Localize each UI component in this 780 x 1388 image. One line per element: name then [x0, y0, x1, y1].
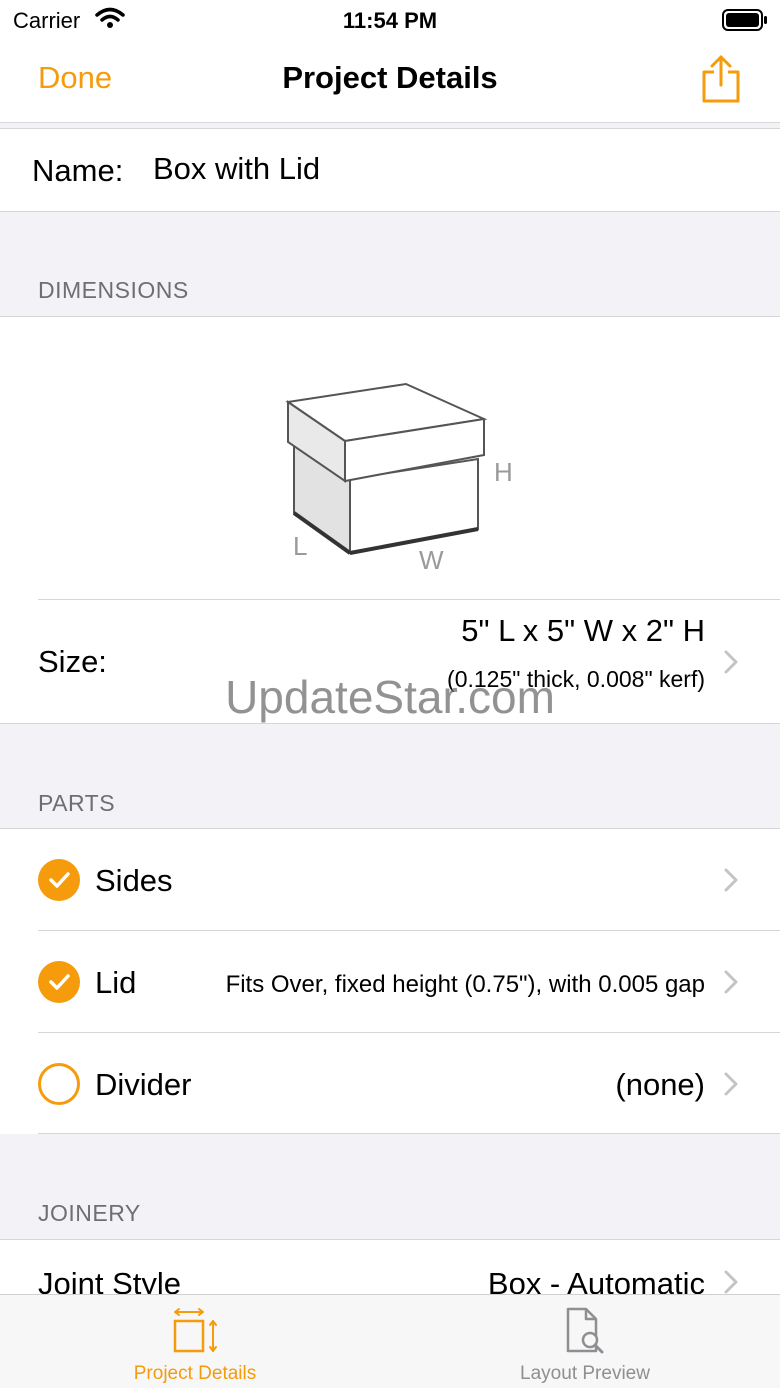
part-detail-lid: Fits Over, fixed height (0.75"), with 0.…	[225, 971, 705, 998]
divider	[38, 1133, 780, 1134]
name-row[interactable]: Name: Box with Lid	[0, 128, 780, 212]
box-diagram	[285, 382, 488, 555]
page-title: Project Details	[282, 60, 498, 95]
name-value[interactable]: Box with Lid	[153, 151, 320, 187]
dimensions-section-header: DIMENSIONS	[38, 277, 189, 303]
dimensions-section: H L W Size: 5" L x 5" W x 2" H (0.125" t…	[0, 316, 780, 724]
chevron-right-icon	[724, 970, 738, 999]
joint-style-row[interactable]: Joint Style Box - Automatic	[0, 1239, 780, 1301]
dimensions-icon	[171, 1307, 219, 1360]
status-bar: Carrier 11:54 PM	[0, 0, 780, 40]
part-row-lid[interactable]: Lid Fits Over, fixed height (0.75"), wit…	[0, 931, 780, 1032]
name-label: Name:	[32, 153, 124, 188]
navigation-bar: Done Project Details	[0, 40, 780, 123]
unchecked-circle-icon[interactable]	[38, 1063, 80, 1105]
tab-layout-preview[interactable]: Layout Preview	[390, 1295, 780, 1388]
length-label: L	[293, 531, 308, 561]
part-detail-divider: (none)	[615, 1067, 705, 1102]
width-label: W	[419, 545, 444, 575]
chevron-right-icon	[724, 1072, 738, 1101]
parts-section-header: PARTS	[38, 790, 116, 816]
document-search-icon	[562, 1307, 608, 1360]
part-row-sides[interactable]: Sides	[0, 829, 780, 930]
parts-section: Sides Lid Fits Over, fixed height (0.75"…	[0, 828, 780, 1134]
checkmark-icon[interactable]	[38, 859, 80, 901]
tab-label-layout-preview: Layout Preview	[520, 1363, 650, 1384]
battery-icon	[722, 9, 768, 36]
part-label-sides: Sides	[95, 863, 173, 898]
part-row-divider[interactable]: Divider (none)	[0, 1033, 780, 1134]
tab-project-details[interactable]: Project Details	[0, 1295, 390, 1388]
checkmark-icon[interactable]	[38, 961, 80, 1003]
height-label: H	[494, 457, 513, 487]
part-label-lid: Lid	[95, 965, 137, 1000]
watermark: UpdateStar.com	[225, 671, 555, 723]
size-value: 5" L x 5" W x 2" H	[461, 613, 705, 648]
joinery-section-header: JOINERY	[38, 1200, 141, 1226]
clock: 11:54 PM	[342, 8, 438, 33]
chevron-right-icon	[724, 868, 738, 897]
tab-bar: Project Details Layout Preview	[0, 1294, 780, 1388]
share-icon[interactable]	[700, 54, 742, 109]
part-label-divider: Divider	[95, 1067, 192, 1102]
tab-label-project-details: Project Details	[133, 1363, 257, 1384]
